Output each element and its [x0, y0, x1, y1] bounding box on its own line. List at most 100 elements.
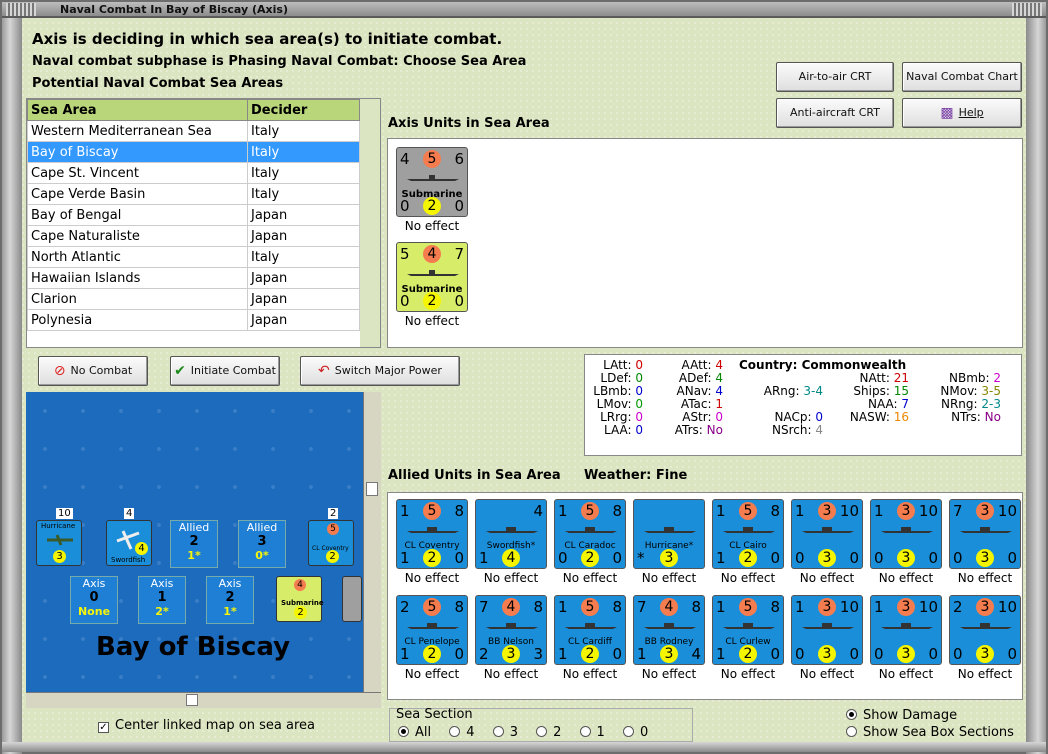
- allied-box-2[interactable]: Allied 2 1*: [170, 520, 218, 568]
- allied-unit-counter[interactable]: 1 3 10 0 3 0: [791, 595, 863, 665]
- hurricane-map-counter[interactable]: Hurricane 3: [36, 520, 82, 566]
- col-sea-area[interactable]: Sea Area: [27, 99, 248, 121]
- anti-aircraft-crt-button[interactable]: Anti-aircraft CRT: [776, 98, 894, 128]
- allied-unit-counter[interactable]: 2 5 8 CL Penelope 1 2 0: [396, 595, 468, 665]
- table-row[interactable]: Bay of Bengal Japan: [27, 204, 360, 226]
- box-value: 2: [225, 590, 235, 605]
- table-row[interactable]: Cape Naturaliste Japan: [27, 225, 360, 247]
- allied-unit-counter[interactable]: 1 5 8 CL Cairo 1 2 0: [712, 499, 784, 569]
- allied-unit-counter[interactable]: 1 3 10 0 3 0: [870, 595, 942, 665]
- unit-status: No effect: [878, 667, 934, 681]
- table-row[interactable]: Cape St. Vincent Italy: [27, 162, 360, 184]
- no-combat-button[interactable]: ⊘ No Combat: [38, 356, 148, 386]
- table-row-selected[interactable]: Bay of Biscay Italy: [27, 141, 360, 163]
- unit-strength: 2: [739, 549, 757, 567]
- unit-value: 4: [691, 645, 701, 663]
- unit-value: 1: [716, 549, 726, 567]
- radio-all[interactable]: All: [398, 725, 431, 740]
- unit-strength: 3: [976, 549, 994, 567]
- unit-status: No effect: [404, 219, 460, 233]
- stat-value: 0: [635, 397, 643, 411]
- allied-unit-counter[interactable]: 7 3 10 0 3 0: [949, 499, 1021, 569]
- unit-status: No effect: [641, 667, 697, 681]
- show-damage-option[interactable]: Show Damage: [846, 708, 957, 723]
- help-button[interactable]: ▩ Help: [902, 98, 1022, 128]
- stat-value: 0: [715, 410, 723, 424]
- radio-show-damage[interactable]: [846, 709, 857, 720]
- table-scrollbar[interactable]: [360, 99, 380, 347]
- table-row[interactable]: Hawaiian Islands Japan: [27, 267, 360, 289]
- radio-2[interactable]: 2: [536, 725, 561, 740]
- unit-value: 0: [1007, 549, 1017, 567]
- axis-submarine-map-counter-2[interactable]: [342, 576, 362, 622]
- allied-unit-counter[interactable]: 1 5 8 CL Cardiff 1 2 0: [554, 595, 626, 665]
- unit-status: No effect: [957, 667, 1013, 681]
- col-decider[interactable]: Decider: [247, 99, 360, 121]
- swordfish-map-counter[interactable]: 4 Swordfish: [106, 520, 152, 566]
- initiate-combat-button[interactable]: ✔ Initiate Combat: [170, 356, 280, 386]
- switch-major-power-button[interactable]: ↶ Switch Major Power: [300, 356, 460, 386]
- table-row[interactable]: North Atlantic Italy: [27, 246, 360, 268]
- center-map-option[interactable]: ✓ Center linked map on sea area: [98, 718, 315, 733]
- radio-0[interactable]: 0: [622, 725, 648, 740]
- radio-show-sections[interactable]: [846, 726, 857, 737]
- air-to-air-crt-button[interactable]: Air-to-air CRT: [776, 62, 894, 92]
- checkmark-icon: ✔: [174, 363, 186, 379]
- allied-unit-counter[interactable]: 4 Swordfish* 1 4: [475, 499, 547, 569]
- map-vertical-scrollbar[interactable]: [363, 392, 381, 692]
- hurricane-label: Hurricane: [41, 522, 76, 530]
- cell-area: Bay of Bengal: [27, 204, 248, 226]
- allied-unit-counter[interactable]: 1 5 8 CL Curlew 1 2 0: [712, 595, 784, 665]
- unit-value: 1: [874, 598, 884, 616]
- unit-strength: 2: [423, 645, 441, 663]
- coventry-map-counter[interactable]: 5 CL Coventry 2: [308, 520, 354, 566]
- switch-label: Switch Major Power: [334, 364, 442, 377]
- axis-unit-counter[interactable]: 5 4 7 Submarine 0 2 0: [396, 242, 468, 312]
- unit-value: 0: [928, 549, 938, 567]
- table-row[interactable]: Cape Verde Basin Italy: [27, 183, 360, 205]
- axis-submarine-map-counter[interactable]: 4 Submarine 2: [276, 576, 324, 622]
- axis-box-2[interactable]: Axis 2 1*: [206, 576, 254, 624]
- unit-value: 0: [795, 549, 805, 567]
- allied-box-3[interactable]: Allied 3 0*: [238, 520, 286, 568]
- naval-combat-chart-button[interactable]: Naval Combat Chart: [902, 62, 1022, 92]
- radio-1[interactable]: 1: [579, 725, 605, 740]
- table-row[interactable]: Clarion Japan: [27, 288, 360, 310]
- ship-icon: [802, 527, 854, 533]
- table-row[interactable]: Polynesia Japan: [27, 309, 360, 331]
- map-vscroll-thumb[interactable]: [366, 482, 378, 496]
- allied-unit-counter[interactable]: 1 5 8 CL Coventry 1 2 0: [396, 499, 468, 569]
- sub-strength: 2: [294, 606, 307, 619]
- unit-attack: 3: [818, 598, 836, 616]
- box-value: 3: [257, 534, 267, 549]
- allied-unit-counter[interactable]: Hurricane* * 3: [633, 499, 705, 569]
- checkbox-checked[interactable]: ✓: [98, 722, 109, 733]
- map-horizontal-scrollbar[interactable]: [26, 692, 381, 708]
- unit-status: No effect: [404, 571, 460, 585]
- axis-box-0[interactable]: Axis 0 None: [70, 576, 118, 624]
- table-row[interactable]: Western Mediterranean Sea Italy: [27, 120, 360, 142]
- sea-area-map[interactable]: Hurricane 3 10 4 Swordfish 4 Allied 2 1*…: [26, 392, 381, 708]
- allied-unit-counter[interactable]: 7 4 8 BB Nelson 2 3 3: [475, 595, 547, 665]
- radio-4[interactable]: 4: [449, 725, 475, 740]
- allied-unit-counter[interactable]: 7 4 8 BB Rodney 1 3 4: [633, 595, 705, 665]
- unit-strength: 3: [502, 645, 520, 663]
- show-sections-option[interactable]: Show Sea Box Sections: [846, 725, 1014, 740]
- allied-unit-counter[interactable]: 2 3 10 0 3 0: [949, 595, 1021, 665]
- axis-unit-counter[interactable]: 4 5 6 Submarine 0 2 0: [396, 147, 468, 217]
- cell-area: Bay of Biscay: [27, 141, 248, 163]
- allied-unit-counter[interactable]: 1 5 8 CL Caradoc 0 2 0: [554, 499, 626, 569]
- unit-value: 4: [423, 245, 441, 263]
- axis-units-panel: 4 5 6 Submarine 0 2 0 No effect 5 4 7 Su…: [387, 138, 1023, 348]
- axis-box-1[interactable]: Axis 1 2*: [138, 576, 186, 624]
- radio-3[interactable]: 3: [492, 725, 518, 740]
- allied-unit-counter[interactable]: 1 3 10 0 3 0: [791, 499, 863, 569]
- map-hscroll-thumb[interactable]: [186, 694, 198, 706]
- stat-label: LAtt:: [603, 358, 636, 372]
- allied-unit-counter[interactable]: 1 3 10 0 3 0: [870, 499, 942, 569]
- title-bar[interactable]: Naval Combat In Bay of Biscay (Axis): [2, 2, 1046, 18]
- stat-value: 0: [635, 423, 643, 437]
- stat-value: 7: [901, 397, 909, 411]
- unit-value: 1: [558, 645, 568, 663]
- cell-area: Polynesia: [27, 309, 248, 331]
